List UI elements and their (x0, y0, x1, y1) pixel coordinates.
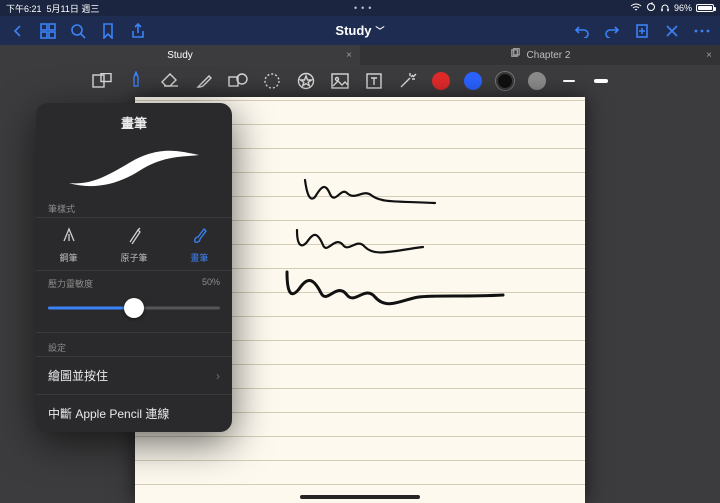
color-black[interactable] (496, 72, 514, 90)
pressure-value: 50% (202, 277, 220, 290)
search-icon[interactable] (70, 23, 86, 39)
tab-study[interactable]: Study × (0, 45, 360, 65)
eraser-tool-icon[interactable] (160, 71, 180, 91)
pen-type-segmented: 鋼筆 原子筆 畫筆 (36, 217, 232, 271)
tab-close-icon[interactable]: × (706, 50, 712, 61)
color-gray[interactable] (528, 72, 546, 90)
pen-type-ballpoint[interactable]: 原子筆 (101, 218, 166, 270)
more-icon[interactable] (694, 23, 710, 39)
tab-close-icon[interactable]: × (346, 50, 352, 61)
pressure-slider[interactable] (48, 298, 220, 318)
status-date: 5月11日 週三 (47, 4, 100, 14)
laser-tool-icon[interactable] (398, 71, 418, 91)
color-blue[interactable] (464, 72, 482, 90)
redo-button[interactable] (604, 23, 620, 39)
zoom-tool-icon[interactable] (92, 71, 112, 91)
row-draw-and-hold[interactable]: 繪圖並按住 › (36, 356, 232, 394)
pen-type-fountain[interactable]: 鋼筆 (36, 218, 101, 270)
editor-toolbar (0, 65, 720, 97)
row-disconnect-pencil[interactable]: 中斷 Apple Pencil 連線 (36, 394, 232, 432)
stroke-thick[interactable] (592, 77, 610, 85)
ipad-status-bar: 下午6:21 5月11日 週三 ••• 96% (0, 0, 720, 16)
stroke-preview (36, 138, 232, 198)
shapes-tool-icon[interactable] (228, 71, 248, 91)
settings-label: 設定 (36, 333, 232, 356)
bookmark-icon[interactable] (100, 23, 116, 39)
pen-tool-icon[interactable] (126, 71, 146, 91)
tab-label: Chapter 2 (527, 50, 571, 61)
status-time: 下午6:21 (6, 4, 42, 14)
text-tool-icon[interactable] (364, 71, 384, 91)
chevron-down-icon: ﹀ (376, 24, 385, 37)
headphones-icon (660, 3, 670, 14)
pressure-label: 壓力靈敏度 (48, 277, 93, 290)
share-icon[interactable] (130, 23, 146, 39)
lasso-tool-icon[interactable] (262, 71, 282, 91)
back-button[interactable] (10, 23, 26, 39)
favorites-tool-icon[interactable] (296, 71, 316, 91)
orientation-lock-icon (646, 2, 656, 14)
battery-icon (696, 4, 714, 12)
copy-icon (510, 48, 521, 62)
stroke-thin[interactable] (560, 77, 578, 85)
pen-type-brush[interactable]: 畫筆 (167, 218, 232, 270)
pen-style-label: 筆樣式 (36, 198, 232, 217)
document-tab-strip: Study × Chapter 2 × (0, 45, 720, 65)
home-indicator[interactable] (300, 495, 420, 499)
wifi-icon (630, 3, 642, 14)
add-page-icon[interactable] (634, 23, 650, 39)
chevron-right-icon: › (216, 369, 220, 383)
document-title[interactable]: Study﹀ (156, 23, 564, 38)
grid-icon[interactable] (40, 23, 56, 39)
image-tool-icon[interactable] (330, 71, 350, 91)
popover-title: 畫筆 (36, 103, 232, 138)
battery-percent: 96% (674, 3, 692, 13)
tab-chapter2[interactable]: Chapter 2 × (360, 45, 720, 65)
close-icon[interactable] (664, 23, 680, 39)
pen-popover: 畫筆 筆樣式 鋼筆 原子筆 畫筆 壓力靈敏度 50% 設定 繪圖並按住 › 中斷… (36, 103, 232, 432)
highlighter-tool-icon[interactable] (194, 71, 214, 91)
tab-label: Study (167, 50, 193, 61)
undo-button[interactable] (574, 23, 590, 39)
status-multitask-dots[interactable]: ••• (99, 3, 630, 13)
app-title-bar: Study﹀ (0, 16, 720, 45)
color-red[interactable] (432, 72, 450, 90)
